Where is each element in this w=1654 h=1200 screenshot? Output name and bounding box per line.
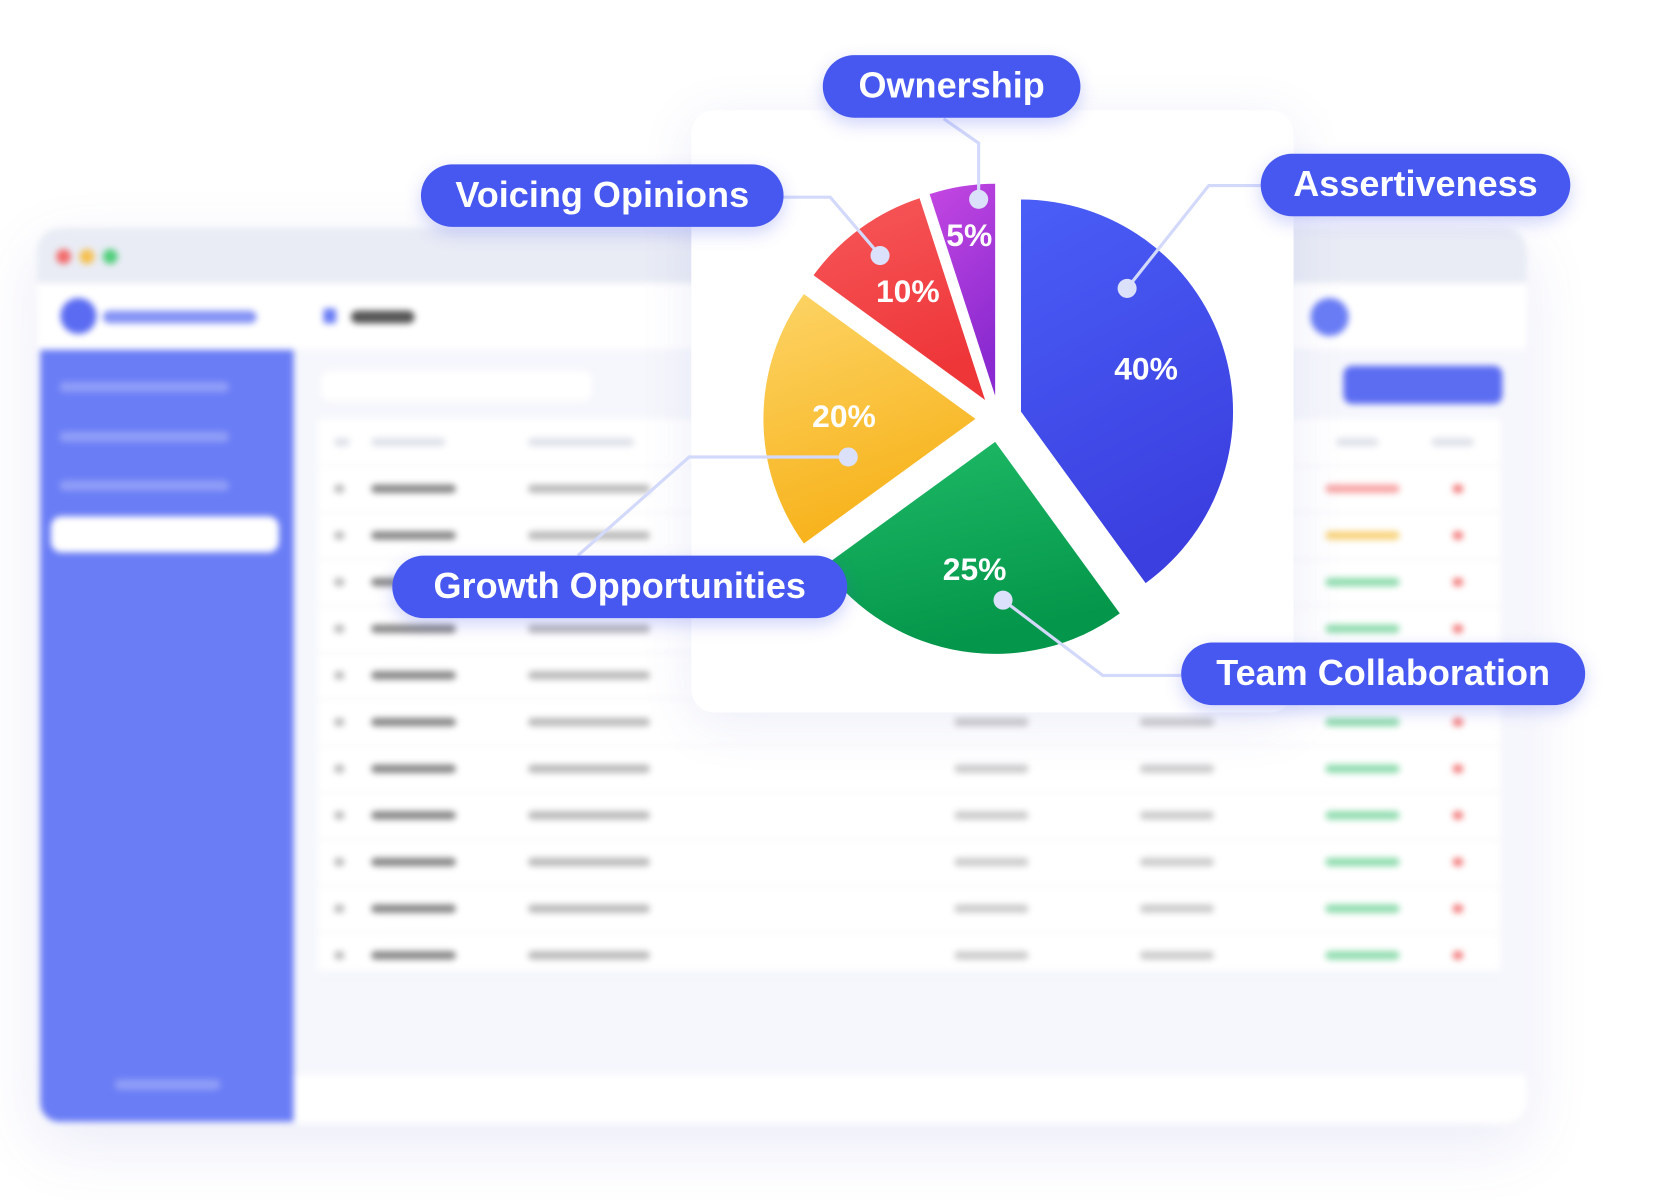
callout-dot-ownership xyxy=(969,189,989,209)
callout-dot-voicing-opinions xyxy=(870,245,890,266)
label-voicing-opinions: Voicing Opinions xyxy=(420,164,784,227)
data-label-assertiveness: 40% xyxy=(1114,350,1178,386)
data-label-team-collaboration: 25% xyxy=(943,551,1007,587)
callout-dot-growth-opportunities xyxy=(838,447,858,467)
label-team-collaboration: Team Collaboration xyxy=(1181,642,1586,706)
data-label-ownership: 5% xyxy=(946,217,992,253)
callout-dot-assertiveness xyxy=(1117,278,1137,298)
data-label-voicing-opinions: 10% xyxy=(876,273,940,309)
label-assertiveness: Assertiveness xyxy=(1260,153,1571,217)
label-growth-opportunities: Growth Opportunities xyxy=(392,555,848,619)
label-ownership: Ownership xyxy=(822,55,1081,118)
data-label-growth-opportunities: 20% xyxy=(812,398,876,434)
callout-dot-team-collaboration xyxy=(993,590,1013,610)
